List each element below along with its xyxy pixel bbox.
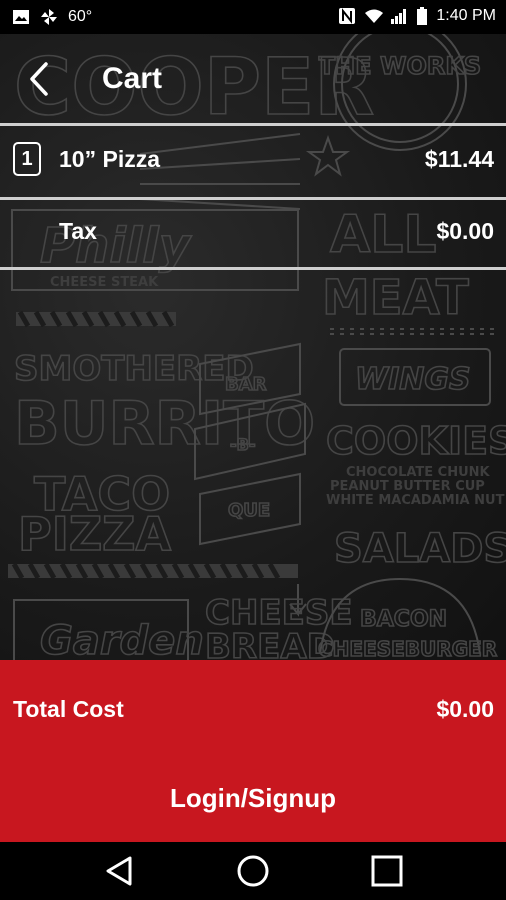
art-word: QUE	[228, 500, 270, 521]
nav-home-button[interactable]	[233, 854, 273, 888]
art-word: WHITE MACADAMIA NUT	[326, 493, 505, 508]
art-word: SALADS	[334, 526, 506, 572]
wifi-icon	[364, 7, 384, 25]
divider	[0, 123, 506, 126]
art-word: BAR	[225, 374, 267, 395]
art-word: PEANUT BUTTER CUP	[330, 479, 485, 494]
art-word: CHOCOLATE CHUNK	[346, 465, 491, 480]
art-word: COOKIES	[326, 419, 506, 463]
navigation-bar	[0, 842, 506, 900]
home-circle-icon	[237, 855, 269, 887]
total-cost-value: $0.00	[436, 696, 494, 722]
art-word: -B-	[230, 435, 255, 454]
art-word: BREAD	[205, 627, 335, 660]
total-cost-label: Total Cost	[13, 696, 124, 722]
art-word: CHEESEBURGER	[318, 637, 497, 660]
tax-row: Tax $0.00	[0, 200, 506, 268]
item-price: $11.44	[424, 146, 494, 172]
page-title: Cart	[102, 62, 163, 95]
back-button[interactable]	[22, 56, 58, 102]
art-word: CHEESE STEAK	[50, 275, 159, 290]
art-word: SMOTHERED	[14, 349, 254, 389]
quantity-badge: 1	[13, 142, 41, 176]
art-word: MEAT	[322, 270, 469, 326]
header-bar: Cart	[0, 34, 506, 122]
back-triangle-icon	[106, 856, 132, 886]
art-word: PIZZA	[18, 507, 172, 561]
tax-label: Tax	[59, 218, 97, 244]
tax-value: $0.00	[436, 218, 494, 244]
signal-icon	[390, 7, 408, 25]
nav-back-button[interactable]	[100, 854, 140, 888]
login-signup-button[interactable]: Login/Signup	[0, 768, 506, 828]
clock-text: 1:40 PM	[436, 7, 496, 24]
nav-recents-button[interactable]	[366, 854, 406, 888]
art-word: Garden	[40, 618, 204, 660]
art-word: WINGS	[355, 362, 471, 397]
art-word: BACON	[360, 607, 447, 632]
item-name: 10” Pizza	[59, 146, 160, 172]
nfc-icon	[338, 7, 356, 25]
cart-item-row[interactable]: 1 10” Pizza $11.44	[0, 128, 506, 196]
chevron-left-icon	[30, 62, 48, 96]
temperature-text: 60°	[68, 8, 93, 25]
divider	[0, 267, 506, 270]
recents-square-icon	[371, 855, 403, 887]
battery-icon	[416, 7, 428, 25]
status-bar: 60° 1:40 PM	[0, 0, 506, 34]
total-panel: Total Cost $0.00 Login/Signup	[0, 660, 506, 842]
image-icon	[12, 8, 30, 26]
pinwheel-icon	[40, 8, 58, 26]
